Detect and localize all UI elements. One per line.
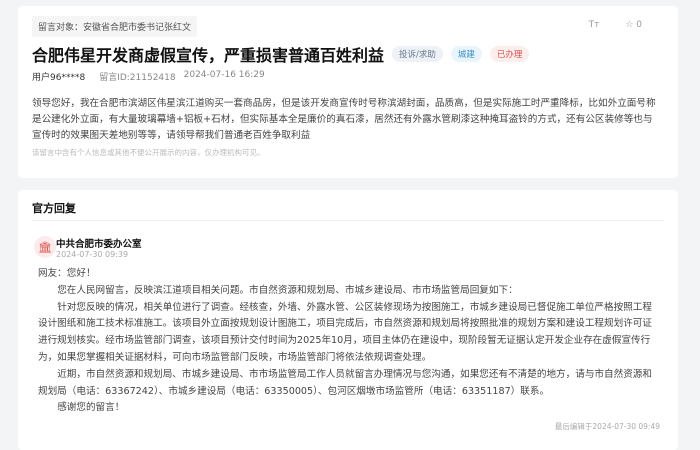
- privacy-note: 该留言中含有个人信息或其他不便公开展示的内容，仅办理机构可见。: [32, 148, 265, 157]
- post-user: 用户96****8: [32, 73, 86, 83]
- reply-org: 中共合肥市委办公室: [56, 239, 142, 250]
- message-id: 留言ID:21152418: [99, 73, 176, 83]
- divider: [32, 220, 664, 221]
- post-tools: Tт ☆ 0: [589, 20, 642, 30]
- post-title: 合肥伟星开发商虚假宣传，严重损害普通百姓利益: [32, 46, 385, 65]
- section-title: 官方回复: [32, 202, 76, 215]
- reply-paragraph: 近期，市自然资源和规划局、市城乡建设局、市市场监管局工作人员就留言办理情况与您沟…: [38, 368, 652, 397]
- post-title-row: 合肥伟星开发商虚假宣传，严重损害普通百姓利益 投诉/求助 城建 已办理: [32, 42, 530, 66]
- post-body: 领导您好，我在合肥市滨湖区伟星滨江道购买一套商品房，但是该开发商宣传时号称滨湖封…: [32, 98, 656, 141]
- last-edited: 最后编辑于2024-07-30 09:49: [554, 422, 660, 431]
- reply-time: 2024-07-30 09:39: [56, 250, 129, 259]
- post-meta: 用户96****8 留言ID:21152418 2024-07-16 16:29: [32, 70, 265, 83]
- tag-type[interactable]: 投诉/求助: [392, 46, 443, 62]
- tag-category[interactable]: 城建: [450, 46, 482, 62]
- reply-greeting: 网友：您好！: [38, 268, 96, 279]
- font-size-icon[interactable]: Tт: [589, 20, 600, 30]
- post-time: 2024-07-16 16:29: [183, 70, 265, 80]
- status-badge: 已办理: [489, 46, 530, 62]
- reply-paragraph: 您在人民网留言，反映滨江道项目相关问题。市自然资源和规划局、市城乡建设局、市市场…: [57, 284, 518, 296]
- reply-body: 网友：您好！ 您在人民网留言，反映滨江道项目相关问题。市自然资源和规划局、市城乡…: [38, 266, 660, 417]
- message-target: 留言对象：安徽省合肥市委书记张红文: [32, 16, 198, 37]
- official-reply-card: 官方回复 🏛 中共合肥市委办公室 2024-07-30 09:39 网友：您好！…: [18, 190, 678, 450]
- reply-paragraph: 感谢您的留言！: [57, 402, 125, 414]
- government-building-icon: 🏛: [34, 236, 56, 258]
- favorite-button[interactable]: ☆ 0: [625, 20, 642, 30]
- post-card: 留言对象：安徽省合肥市委书记张红文 Tт ☆ 0 合肥伟星开发商虚假宣传，严重损…: [18, 6, 678, 178]
- reply-paragraph: 针对您反映的情况，相关单位进行了调查。经核查，外墙、外露水管、公区装修现场为按图…: [38, 301, 652, 363]
- scrollbar-track[interactable]: [678, 0, 700, 442]
